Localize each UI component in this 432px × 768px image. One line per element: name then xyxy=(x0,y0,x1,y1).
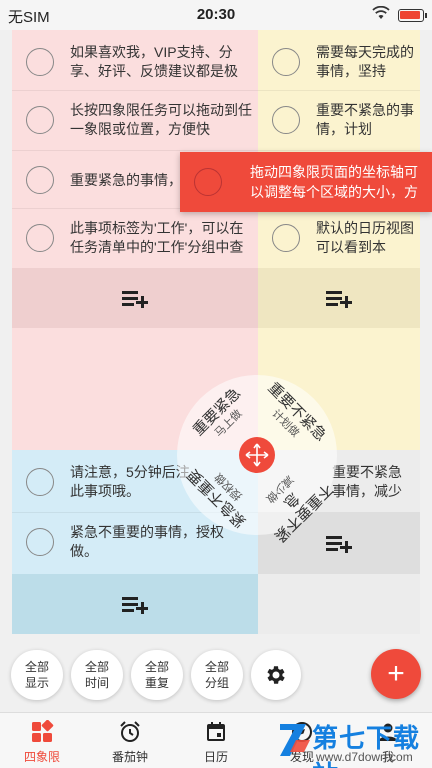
playlist-add-icon xyxy=(326,288,352,308)
wifi-icon xyxy=(372,5,390,23)
filter-label-bottom: 分组 xyxy=(204,676,229,690)
divider xyxy=(12,90,420,91)
filter-label-bottom: 重复 xyxy=(144,676,169,690)
add-task-important-not-urgent-button[interactable] xyxy=(258,268,420,328)
filter-display-button[interactable]: 全部 显示 xyxy=(11,650,63,700)
task-item[interactable]: 如果喜欢我，VIP支持、分享、好评、反馈建议都是极 xyxy=(26,42,254,82)
task-checkbox[interactable] xyxy=(26,528,54,556)
tab-pomodoro[interactable]: 番茄钟 xyxy=(90,719,170,765)
hint-text: 拖动四象限页面的坐标轴可以调整每个区域的大小，方 xyxy=(250,162,426,202)
filter-repeat-button[interactable]: 全部 重复 xyxy=(131,650,183,700)
filter-label-top: 全部 xyxy=(24,660,49,674)
task-text: 长按四象限任务可以拖动到任一象限或位置，方便快 xyxy=(70,102,252,137)
hint-tooltip[interactable]: 拖动四象限页面的坐标轴可以调整每个区域的大小，方 xyxy=(180,152,432,212)
alarm-clock-icon xyxy=(90,719,170,745)
filter-label-bottom: 显示 xyxy=(24,676,49,690)
task-text: 请注意，5分钟后注此事项哦。 xyxy=(70,464,190,499)
task-item[interactable]: 紧急不重要的事情，授权做。 xyxy=(26,520,254,564)
tab-calendar[interactable]: 日历 xyxy=(176,719,256,765)
calendar-icon xyxy=(176,719,256,745)
filter-label-top: 全部 xyxy=(84,660,109,674)
task-item[interactable]: 默认的日历视图可以看到本 xyxy=(272,218,418,258)
filter-label-bottom: 时间 xyxy=(84,676,109,690)
task-checkbox[interactable] xyxy=(272,48,300,76)
task-text: 重要不紧急事情，减少 xyxy=(332,464,402,499)
task-checkbox[interactable] xyxy=(26,468,54,496)
task-item[interactable]: 此事项标签为'工作'，可以在任务清单中的'工作'分组中查 xyxy=(26,218,254,258)
task-item[interactable]: 重要不紧急的事情，计划 xyxy=(272,100,418,140)
task-text: 此事项标签为'工作'，可以在任务清单中的'工作'分组中查 xyxy=(70,220,244,255)
task-item[interactable]: 长按四象限任务可以拖动到任一象限或位置，方便快 xyxy=(26,100,254,140)
task-checkbox[interactable] xyxy=(26,48,54,76)
status-bar: 无SIM 20:30 xyxy=(0,0,432,30)
task-text: 默认的日历视图可以看到本 xyxy=(316,220,414,255)
task-checkbox[interactable] xyxy=(26,106,54,134)
playlist-add-icon xyxy=(326,533,352,553)
playlist-add-icon xyxy=(122,594,148,614)
settings-button[interactable] xyxy=(251,650,301,700)
add-task-urgent-not-important-button[interactable] xyxy=(12,574,258,634)
task-checkbox[interactable] xyxy=(26,224,54,252)
axis-wheel[interactable]: 重要紧急 马上做 重要不紧急 计划做 紧急不重要 授权做 不重要不紧急 减少做 xyxy=(177,375,337,545)
tab-label: 日历 xyxy=(203,750,228,764)
clock: 20:30 xyxy=(196,6,236,23)
task-text: 需要每天完成的事情，坚持 xyxy=(316,44,414,79)
filter-label-top: 全部 xyxy=(204,660,229,674)
axis-move-handle[interactable] xyxy=(239,437,275,473)
task-text: 重要紧急的事情， xyxy=(70,171,182,188)
task-text: 如果喜欢我，VIP支持、分享、好评、反馈建议都是极 xyxy=(70,44,238,79)
tab-four-quadrant[interactable]: 四象限 xyxy=(2,719,82,765)
four-quadrant-icon xyxy=(2,719,82,745)
watermark-logo xyxy=(280,724,310,756)
divider xyxy=(12,150,420,151)
move-arrows-icon xyxy=(245,443,269,467)
gear-icon xyxy=(267,666,285,684)
site-watermark: 第七下载站 www.d7down.com xyxy=(276,716,426,768)
task-text: 重要不紧急的事情，计划 xyxy=(316,102,414,137)
tab-label: 番茄钟 xyxy=(111,750,148,764)
task-checkbox[interactable] xyxy=(26,166,54,194)
task-checkbox xyxy=(194,168,222,196)
add-task-important-urgent-button[interactable] xyxy=(12,268,258,328)
task-item[interactable]: 重要不紧急事情，减少 xyxy=(332,460,418,504)
quadrant-board[interactable]: 如果喜欢我，VIP支持、分享、好评、反馈建议都是极 长按四象限任务可以拖动到任一… xyxy=(12,30,420,634)
tab-label: 四象限 xyxy=(23,750,60,764)
add-task-fab[interactable]: + xyxy=(371,649,421,699)
task-text: 紧急不重要的事情，授权做。 xyxy=(70,524,224,559)
filter-time-button[interactable]: 全部 时间 xyxy=(71,650,123,700)
filter-label-top: 全部 xyxy=(144,660,169,674)
task-checkbox[interactable] xyxy=(272,224,300,252)
watermark-url: www.d7down.com xyxy=(316,750,413,764)
task-item[interactable]: 需要每天完成的事情，坚持 xyxy=(272,42,418,82)
plus-icon: + xyxy=(387,657,405,690)
task-checkbox[interactable] xyxy=(272,106,300,134)
playlist-add-icon xyxy=(122,288,148,308)
filter-group-button[interactable]: 全部 分组 xyxy=(191,650,243,700)
battery-icon xyxy=(398,9,427,22)
hint-text-content: 拖动四象限页面的坐标轴可以调整每个区域的大小，方 xyxy=(250,164,418,200)
